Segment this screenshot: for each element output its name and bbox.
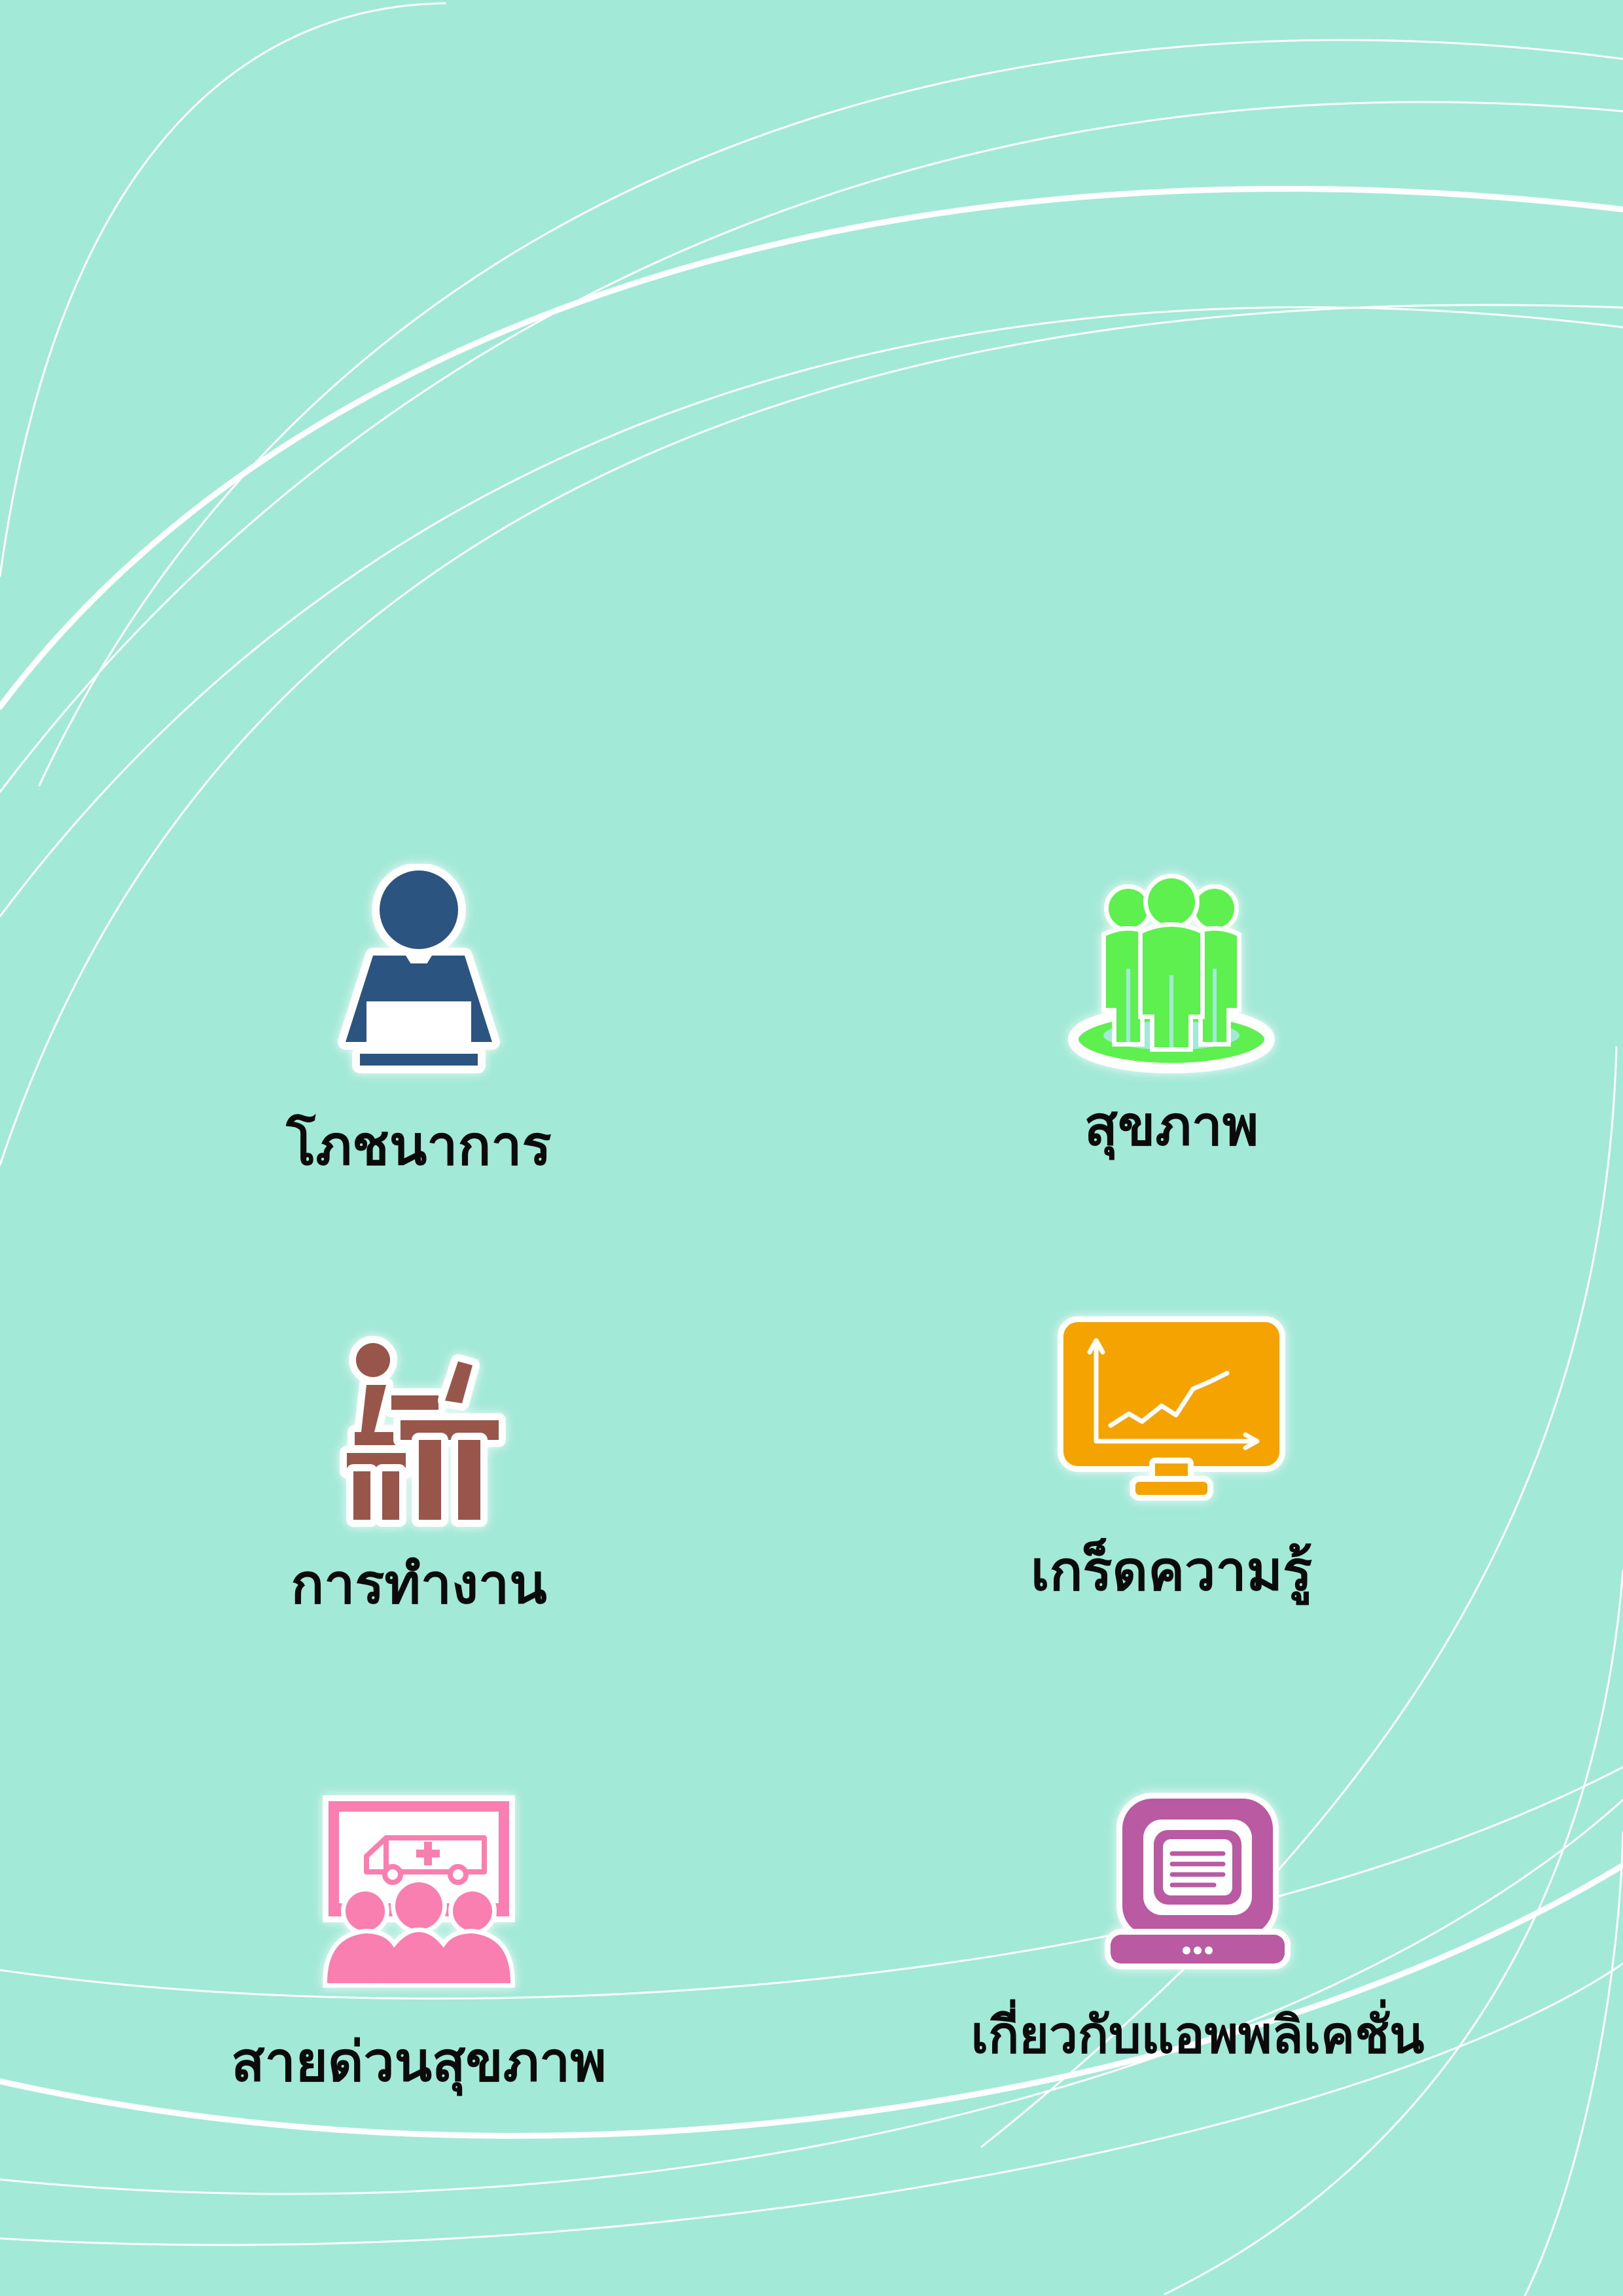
monitor-chart-icon bbox=[910, 1316, 1433, 1512]
menu-label-nutrition: โภชนาการ bbox=[286, 1113, 552, 1177]
computer-icon bbox=[936, 1787, 1459, 1977]
group-people-icon bbox=[910, 870, 1433, 1080]
person-laptop-icon bbox=[157, 864, 681, 1080]
menu-label-about: เกี่ยวกับแอพพลิเคชั่น bbox=[971, 2006, 1425, 2065]
person-at-desk-icon bbox=[157, 1322, 681, 1532]
ambulance-crowd-icon bbox=[157, 1793, 681, 1996]
menu-label-health: สุขภาพ bbox=[1084, 1094, 1259, 1158]
menu-label-work: การทำงาน bbox=[291, 1552, 547, 1616]
menu-label-hotline: สายด่วนสุขภาพ bbox=[231, 2030, 607, 2094]
menu-label-knowledge: เกร็ดความรู้ bbox=[1030, 1539, 1313, 1603]
